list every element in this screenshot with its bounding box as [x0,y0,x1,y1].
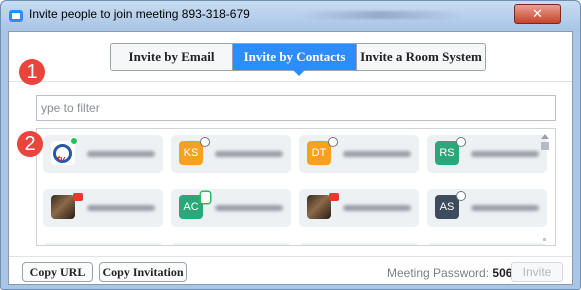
contact-card[interactable]: KS [171,135,291,173]
blurred-contact-name [343,151,411,157]
photo-icon [51,195,75,219]
blurred-contact-name [87,205,155,211]
invite-tabs: Invite by Email Invite by Contacts Invit… [110,43,486,71]
tab-invite-by-email[interactable]: Invite by Email [111,44,233,70]
avatar: AC [179,195,203,219]
copy-url-button[interactable]: Copy URL [22,262,93,282]
blurred-contact-name [343,205,411,211]
offline-status-icon [201,138,209,146]
invite-dialog-window: Invite people to join meeting 893-318-67… [0,0,581,290]
photo-icon [307,195,331,219]
password-label: Meeting Password: [387,266,490,280]
close-button[interactable]: ✕ [514,4,561,24]
tab-invite-by-contacts[interactable]: Invite by Contacts [233,44,357,70]
blurred-contact-name [87,151,155,157]
invite-button[interactable]: Invite [511,262,563,282]
online-status-icon [70,137,78,145]
tab-divider [9,81,572,82]
contacts-scrollbar[interactable] [539,132,551,244]
in-meeting-status-icon [329,193,339,201]
offline-status-icon [457,138,465,146]
step-1-badge: 1 [19,59,45,85]
contact-card[interactable]: tv [43,135,163,173]
contact-card[interactable] [427,243,547,245]
scroll-up-icon[interactable] [541,134,549,139]
contact-card[interactable]: AS [427,189,547,227]
active-tab-caret-icon [293,70,305,76]
contact-filter-input[interactable] [36,95,556,121]
mobile-status-icon [201,192,210,203]
avatar: AS [435,195,459,219]
window-title: Invite people to join meeting 893-318-67… [29,7,250,21]
zoom-app-icon [9,10,23,22]
scroll-thumb[interactable] [541,142,549,150]
contacts-grid: tv KS DT RS AC AS [36,128,556,246]
contact-card[interactable] [299,189,419,227]
dialog-content: Invite by Email Invite by Contacts Invit… [8,31,573,285]
dialog-footer: Copy URL Copy Invitation Meeting Passwor… [9,256,572,285]
contact-card[interactable] [43,243,163,245]
contact-card[interactable] [171,243,291,245]
copy-invitation-button[interactable]: Copy Invitation [99,262,187,282]
avatar: RS [435,141,459,165]
logo-icon: tv [51,137,78,165]
contact-card[interactable]: AC [171,189,291,227]
tab-invite-room-system[interactable]: Invite a Room System [357,44,485,70]
contact-card[interactable]: RS [427,135,547,173]
blurred-contact-name [215,205,283,211]
blurred-contact-name [471,151,539,157]
contact-card[interactable] [299,243,419,245]
avatar: KS [179,141,203,165]
step-2-badge: 2 [17,131,43,157]
scroll-down-icon[interactable] [543,238,546,241]
offline-status-icon [457,192,465,200]
contact-card[interactable]: DT [299,135,419,173]
blurred-background-text [301,11,461,19]
blurred-contact-name [215,151,283,157]
in-meeting-status-icon [73,193,83,201]
offline-status-icon [329,138,337,146]
contact-card[interactable] [43,189,163,227]
blurred-contact-name [471,205,539,211]
avatar: DT [307,141,331,165]
title-bar[interactable]: Invite people to join meeting 893-318-67… [1,1,580,29]
